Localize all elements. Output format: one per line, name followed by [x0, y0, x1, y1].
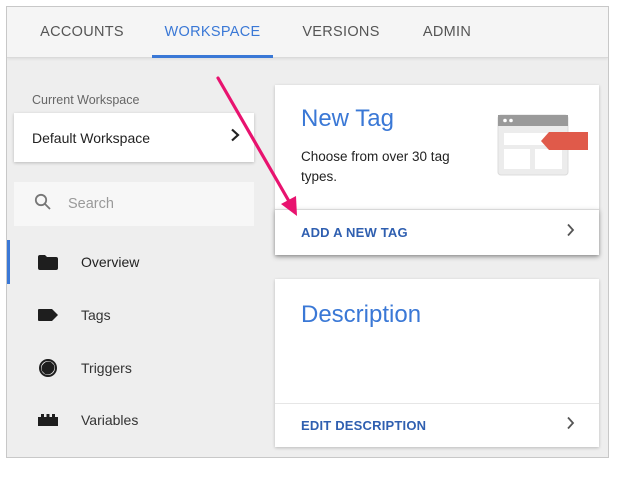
- sidebar-item-overview[interactable]: Overview: [7, 242, 267, 282]
- current-workspace-label: Current Workspace: [32, 93, 140, 107]
- tab-versions[interactable]: VERSIONS: [291, 7, 391, 58]
- edit-description-button[interactable]: EDIT DESCRIPTION: [275, 403, 599, 447]
- sidebar-item-tags[interactable]: Tags: [7, 295, 267, 335]
- description-title: Description: [301, 301, 422, 328]
- description-card: Description EDIT DESCRIPTION: [275, 279, 599, 447]
- chevron-right-icon: [566, 223, 575, 242]
- chevron-right-icon: [230, 128, 240, 147]
- sidebar-item-label: Triggers: [81, 360, 132, 376]
- top-nav: ACCOUNTS WORKSPACE VERSIONS ADMIN: [7, 7, 608, 58]
- folder-icon: [37, 251, 59, 273]
- new-tag-title: New Tag: [301, 105, 394, 132]
- edit-description-label: EDIT DESCRIPTION: [301, 418, 427, 433]
- workspace-selector[interactable]: Default Workspace: [14, 113, 254, 162]
- tab-workspace[interactable]: WORKSPACE: [152, 7, 273, 58]
- active-tab-indicator: [152, 55, 273, 58]
- add-new-tag-label: ADD A NEW TAG: [301, 225, 408, 240]
- tag-illustration-icon: [497, 111, 589, 182]
- tag-icon: [37, 304, 59, 326]
- search-input[interactable]: Search: [14, 182, 254, 226]
- sidebar-item-label: Variables: [81, 412, 139, 428]
- search-placeholder: Search: [68, 196, 114, 212]
- tab-admin[interactable]: ADMIN: [407, 7, 487, 58]
- variables-icon: [37, 409, 59, 431]
- workspace-name: Default Workspace: [32, 129, 151, 146]
- sidebar-item-variables[interactable]: Variables: [7, 400, 267, 440]
- new-tag-description: Choose from over 30 tag types.: [301, 149, 450, 184]
- app-frame: ACCOUNTS WORKSPACE VERSIONS ADMIN Curren…: [6, 6, 609, 458]
- add-new-tag-button[interactable]: ADD A NEW TAG: [275, 209, 599, 255]
- sidebar-item-label: Overview: [81, 254, 140, 270]
- search-icon: [34, 193, 52, 216]
- sidebar-item-label: Tags: [81, 307, 111, 323]
- chevron-right-icon: [566, 416, 575, 435]
- sidebar-item-triggers[interactable]: Triggers: [7, 348, 267, 388]
- tab-accounts[interactable]: ACCOUNTS: [27, 7, 137, 58]
- trigger-icon: [37, 357, 59, 379]
